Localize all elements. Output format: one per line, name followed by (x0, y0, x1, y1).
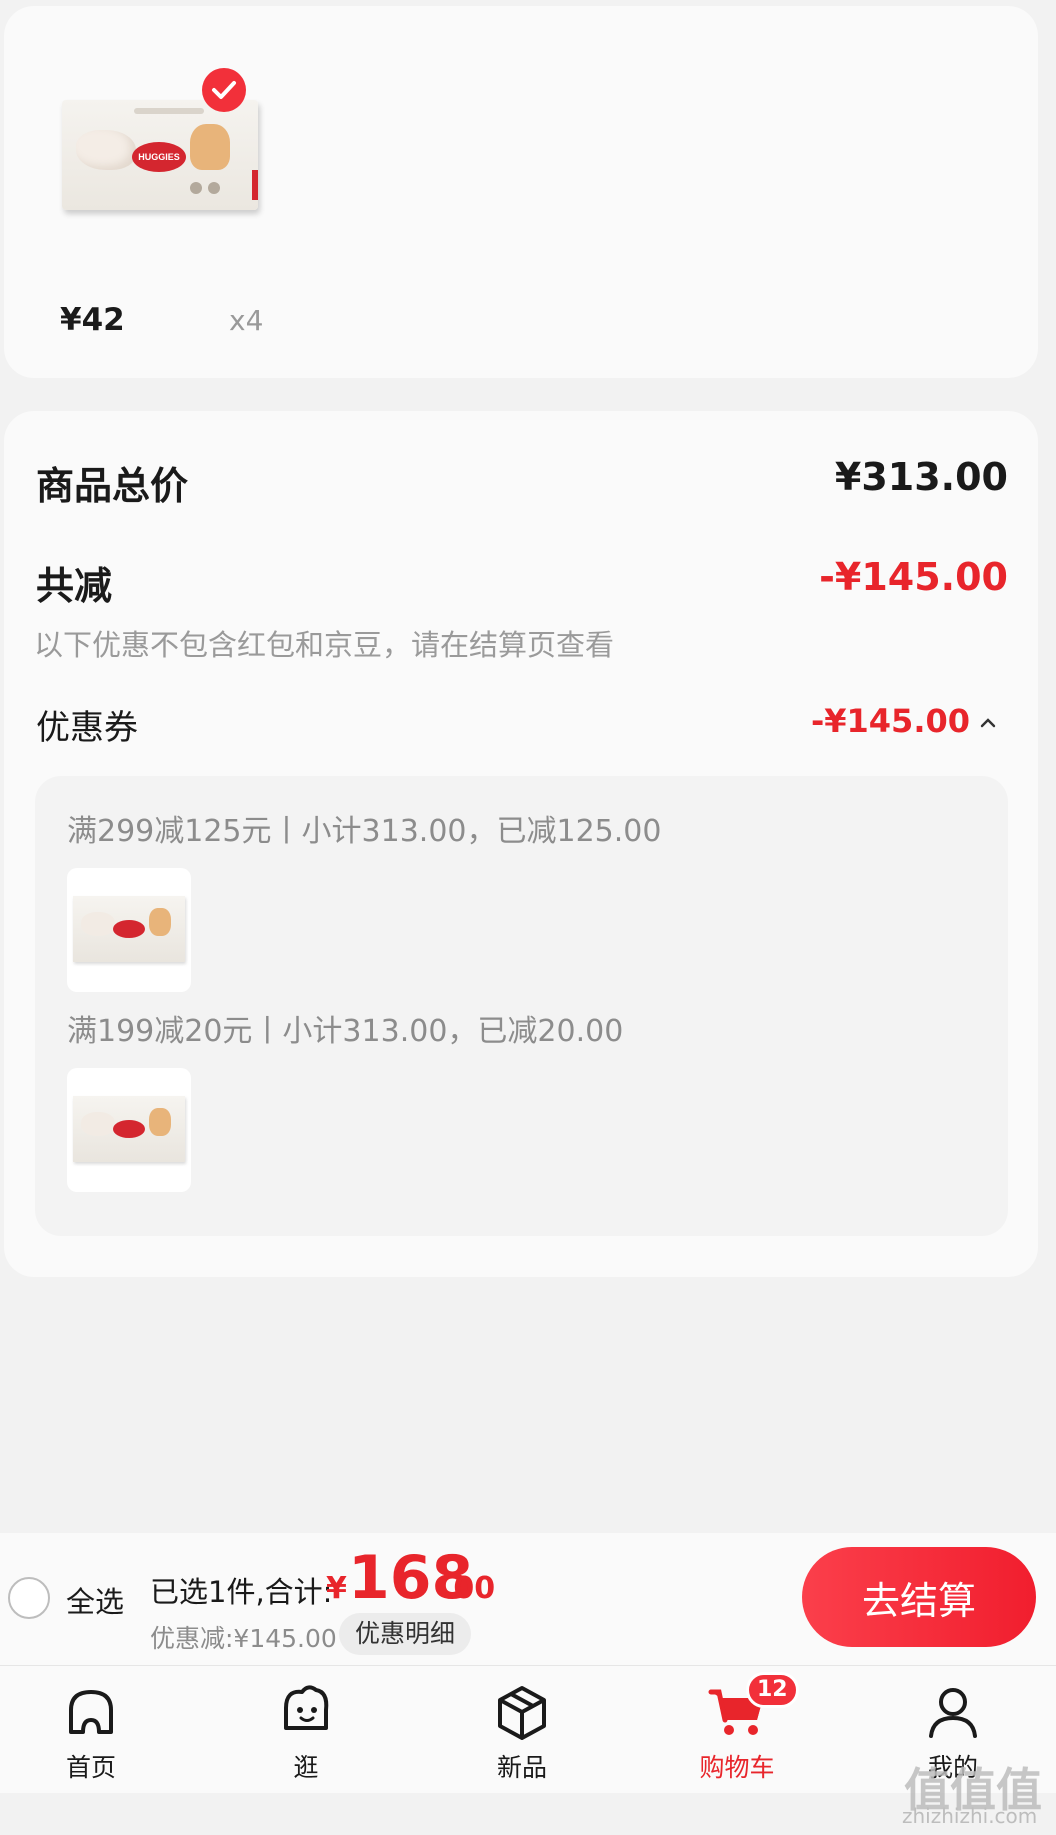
watermark-url: zhizhizhi.com (902, 1804, 1038, 1828)
cart-count-badge: 12 (746, 1672, 799, 1708)
discount-value: -¥145.00 (819, 555, 1008, 599)
total-currency: ¥ (326, 1571, 347, 1606)
select-all-label[interactable]: 全选 (66, 1579, 124, 1621)
tab-new-products[interactable]: 新品 (457, 1666, 587, 1794)
coupon-value[interactable]: -¥145.00 (811, 702, 970, 740)
discount-summary-text: 优惠减:¥145.00 (150, 1624, 337, 1653)
goods-total-label: 商品总价 (36, 464, 189, 508)
total-decimal: .00 (442, 1571, 496, 1606)
discount-detail-button[interactable]: 优惠明细 (339, 1613, 472, 1655)
discount-note: 以下优惠不包含红包和京豆，请在结算页查看 (34, 628, 615, 662)
product-quantity: x4 (229, 304, 264, 337)
coupon-product-thumbnail[interactable] (67, 1068, 191, 1192)
footer-strip (0, 1793, 1056, 1835)
tab-label: 首页 (65, 1753, 116, 1782)
tab-label: 购物车 (699, 1753, 775, 1782)
discount-label: 共减 (36, 564, 113, 608)
coupon-rule: 满199减20元丨小计313.00，已减20.00 (67, 1014, 624, 1049)
coupon-product-thumbnail[interactable] (67, 868, 191, 992)
tab-shopping-cart[interactable]: 购物车 12 (672, 1666, 802, 1794)
tab-browse[interactable]: 逛 (241, 1666, 371, 1794)
tab-home[interactable]: 首页 (26, 1666, 156, 1794)
coupon-rule: 满299减125元丨小计313.00，已减125.00 (67, 814, 662, 849)
select-all-radio[interactable] (8, 1577, 50, 1619)
chevron-up-icon[interactable] (980, 715, 996, 731)
selected-count-text: 已选1件,合计: (150, 1575, 333, 1609)
tab-label: 新品 (496, 1753, 547, 1782)
product-price: ¥42 (60, 302, 125, 338)
coupon-label[interactable]: 优惠券 (36, 700, 138, 749)
product-card: HUGGIES ¥42 x4 (4, 6, 1038, 378)
new-products-box-icon (498, 1686, 546, 1740)
coupon-detail-box: 满299减125元丨小计313.00，已减125.00 满199减20元丨小计3… (35, 776, 1008, 1236)
product-image[interactable]: HUGGIES (62, 100, 258, 210)
huggies-logo: HUGGIES (132, 142, 186, 172)
selected-check-icon[interactable] (202, 68, 246, 112)
tab-label: 逛 (293, 1753, 319, 1782)
user-profile-icon (929, 1688, 977, 1738)
bottom-tab-bar: 首页 逛 新品 购物车 12 我的 (0, 1665, 1056, 1793)
checkout-bar: 全选 已选1件,合计: ¥ 168 .00 优惠减:¥145.00 优惠明细 去… (0, 1533, 1056, 1665)
checkout-button[interactable]: 去结算 (802, 1547, 1036, 1647)
home-icon (69, 1690, 113, 1734)
goods-total-value: ¥313.00 (834, 455, 1008, 499)
browse-face-icon (284, 1685, 329, 1730)
